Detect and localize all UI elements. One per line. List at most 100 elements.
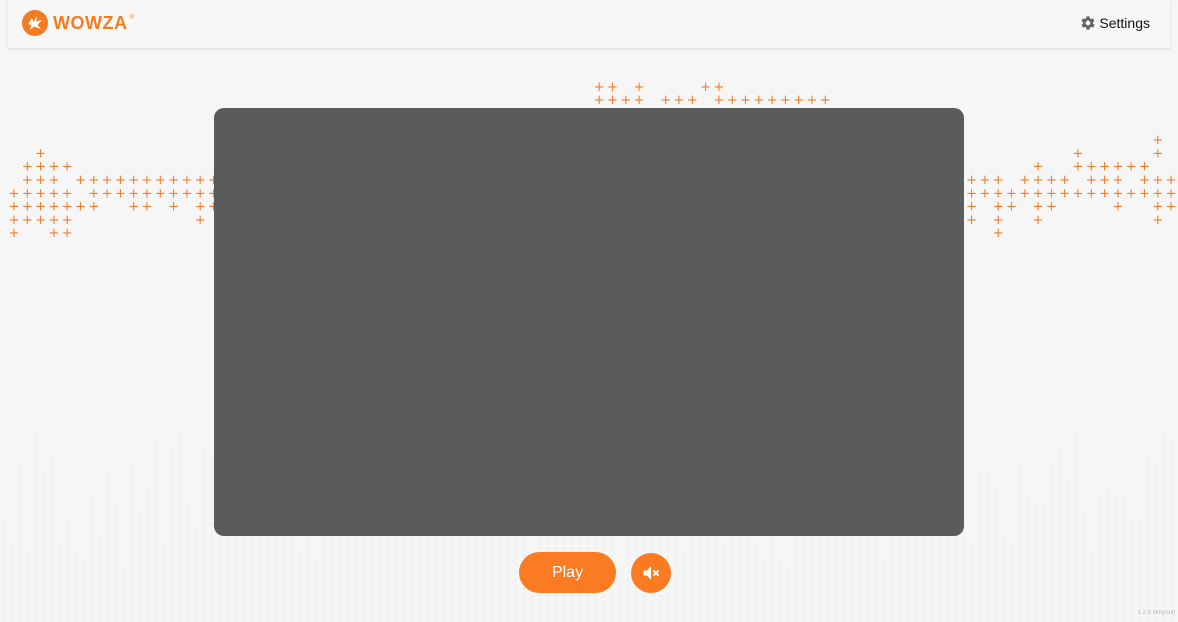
pattern-dot (19, 547, 21, 549)
pattern-dot (835, 571, 837, 573)
pattern-dot (683, 595, 685, 597)
pattern-dot (1043, 515, 1045, 517)
pattern-dot (779, 571, 781, 573)
pattern-dot (43, 579, 45, 581)
pattern-dot (187, 547, 189, 549)
pattern-dot (803, 571, 805, 573)
pattern-dot (203, 563, 205, 565)
pattern-dot (211, 523, 213, 525)
pattern-dot (979, 579, 981, 581)
pattern-dot (627, 611, 629, 613)
pattern-dot (963, 555, 965, 557)
pattern-dot (699, 571, 701, 573)
settings-button[interactable]: Settings (1080, 15, 1150, 31)
pattern-dot (859, 579, 861, 581)
pattern-dot (379, 555, 381, 557)
pattern-dot (979, 539, 981, 541)
pattern-dot (1139, 571, 1141, 573)
pattern-dot (923, 555, 925, 557)
pattern-dot (19, 467, 21, 469)
pattern-dot (755, 555, 757, 557)
pattern-dot (275, 579, 277, 581)
pattern-dot (115, 523, 117, 525)
pattern-dot (563, 539, 565, 541)
pattern-dot (763, 603, 765, 605)
video-player[interactable] (214, 108, 964, 536)
pattern-dot (403, 555, 405, 557)
pattern-dot (371, 555, 373, 557)
pattern-dot (99, 539, 101, 541)
pattern-dot (35, 499, 37, 501)
mute-button[interactable] (631, 552, 671, 593)
pattern-dot (811, 539, 813, 541)
pattern-dot (67, 571, 69, 573)
pattern-dot (1147, 459, 1149, 461)
pattern-dot (139, 619, 141, 621)
pattern-dot (147, 619, 149, 621)
pattern-dot (1131, 579, 1133, 581)
play-button[interactable]: Play (519, 552, 616, 593)
pattern-dot (827, 539, 829, 541)
pattern-dot (555, 603, 557, 605)
pattern-dot (131, 531, 133, 533)
pattern-dot (219, 595, 221, 597)
pattern-dot (163, 619, 165, 621)
pattern-dot (1083, 595, 1085, 597)
pattern-dot (1043, 619, 1045, 621)
pattern-dot (51, 475, 53, 477)
pattern-dot (979, 563, 981, 565)
pattern-dot (819, 555, 821, 557)
pattern-dot (1155, 467, 1157, 469)
pattern-dot (747, 595, 749, 597)
pattern-dot (51, 563, 53, 565)
pattern-dot (907, 555, 909, 557)
pattern-dot (35, 595, 37, 597)
pattern-dot (923, 563, 925, 565)
pattern-dot (723, 571, 725, 573)
pattern-dot (899, 603, 901, 605)
pattern-dot (203, 451, 205, 453)
pattern-dot (835, 579, 837, 581)
pattern-dot (363, 555, 365, 557)
pattern-dot (91, 531, 93, 533)
pattern-plus: + (142, 200, 153, 215)
pattern-dot (755, 619, 757, 621)
pattern-dot (19, 555, 21, 557)
pattern-dot (1115, 587, 1117, 589)
pattern-dot (867, 563, 869, 565)
pattern-dot (1163, 579, 1165, 581)
pattern-dot (843, 571, 845, 573)
pattern-dot (987, 547, 989, 549)
pattern-dot (155, 491, 157, 493)
pattern-dot (459, 547, 461, 549)
pattern-dot (779, 587, 781, 589)
pattern-dot (1147, 587, 1149, 589)
pattern-plus: + (674, 93, 685, 108)
pattern-dot (1067, 483, 1069, 485)
pattern-dot (467, 603, 469, 605)
pattern-dot (587, 619, 589, 621)
pattern-dot (243, 563, 245, 565)
pattern-dot (1019, 603, 1021, 605)
pattern-dot (699, 539, 701, 541)
pattern-dot (427, 547, 429, 549)
pattern-dot (243, 619, 245, 621)
pattern-dot (963, 611, 965, 613)
pattern-dot (387, 563, 389, 565)
pattern-dot (219, 555, 221, 557)
pattern-dot (915, 595, 917, 597)
pattern-dot (363, 547, 365, 549)
pattern-dot (1011, 619, 1013, 621)
pattern-dot (1099, 587, 1101, 589)
pattern-dot (923, 595, 925, 597)
pattern-dot (1163, 499, 1165, 501)
pattern-dot (947, 547, 949, 549)
pattern-dot (1115, 515, 1117, 517)
pattern-dot (739, 579, 741, 581)
pattern-dot (1059, 531, 1061, 533)
pattern-plus: + (48, 226, 59, 241)
pattern-dot (1147, 547, 1149, 549)
wowza-logo[interactable]: WOWZA ® (21, 9, 134, 37)
pattern-dot (131, 555, 133, 557)
pattern-dot (491, 611, 493, 613)
